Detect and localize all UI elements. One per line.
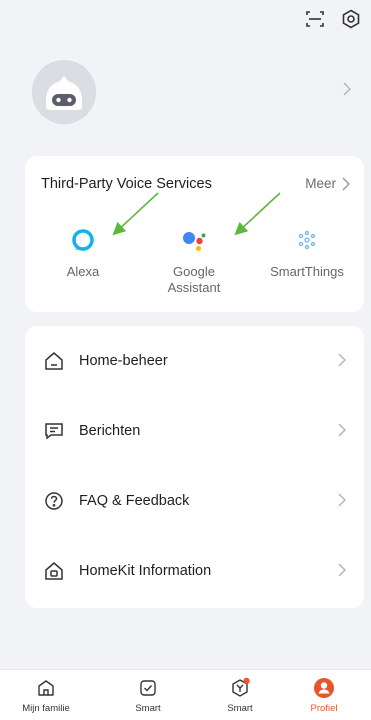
smartthings-icon: [251, 226, 363, 254]
chevron-right-icon: [342, 176, 350, 191]
service-alexa[interactable]: Alexa: [27, 226, 139, 280]
tab-label: Mijn familie: [22, 703, 70, 714]
service-label: Google Assistant: [167, 264, 221, 295]
tab-smart-scenes[interactable]: Smart: [194, 676, 286, 714]
chevron-right-icon: [338, 353, 346, 367]
tab-smart[interactable]: Smart: [102, 676, 194, 714]
tab-mijn-familie[interactable]: Mijn familie: [0, 676, 92, 714]
profile-row[interactable]: [0, 52, 371, 130]
alexa-icon: [27, 226, 139, 254]
avatar[interactable]: [32, 60, 96, 124]
tab-profiel[interactable]: Profiel: [278, 676, 370, 714]
top-bar: [0, 0, 371, 40]
chevron-right-icon: [338, 423, 346, 437]
scan-icon[interactable]: [304, 8, 326, 30]
settings-icon[interactable]: [340, 8, 362, 30]
menu-item-label: Home-beheer: [79, 353, 168, 369]
home-icon: [43, 350, 65, 372]
chevron-right-icon: [338, 563, 346, 577]
menu-card: Home-beheer Berichten FAQ & Feedback Hom…: [25, 326, 364, 608]
message-icon: [43, 420, 65, 442]
service-label: Alexa: [66, 264, 100, 279]
service-google-assistant[interactable]: Google Assistant: [138, 226, 250, 296]
menu-item-home-beheer[interactable]: Home-beheer: [25, 326, 364, 396]
chevron-right-icon: [343, 82, 351, 96]
menu-item-berichten[interactable]: Berichten: [25, 396, 364, 466]
tab-label: Smart: [135, 703, 161, 714]
tab-bar: Mijn familie Smart Smart Profiel: [0, 669, 371, 720]
menu-item-homekit[interactable]: HomeKit Information: [25, 536, 364, 606]
smart-check-icon: [102, 676, 194, 700]
question-icon: [43, 490, 65, 512]
tab-label: Smart: [227, 703, 253, 714]
more-link[interactable]: Meer: [305, 176, 350, 191]
profile-icon: [278, 676, 370, 700]
tab-label: Profiel: [310, 703, 338, 714]
home-tab-icon: [0, 676, 92, 700]
menu-item-faq-feedback[interactable]: FAQ & Feedback: [25, 466, 364, 536]
voice-services-title: Third-Party Voice Services: [41, 176, 212, 192]
service-smartthings[interactable]: SmartThings: [251, 226, 363, 280]
menu-item-label: Berichten: [79, 423, 141, 439]
menu-item-label: FAQ & Feedback: [79, 493, 190, 509]
google-assistant-icon: [138, 226, 250, 254]
smart-scenes-icon: [194, 676, 286, 700]
service-label: SmartThings: [270, 264, 344, 279]
menu-item-label: HomeKit Information: [79, 563, 212, 579]
voice-services-card: Third-Party Voice Services Meer Alexa Go…: [25, 156, 364, 312]
homekit-icon: [43, 560, 65, 582]
chevron-right-icon: [338, 493, 346, 507]
more-label: Meer: [305, 176, 336, 191]
